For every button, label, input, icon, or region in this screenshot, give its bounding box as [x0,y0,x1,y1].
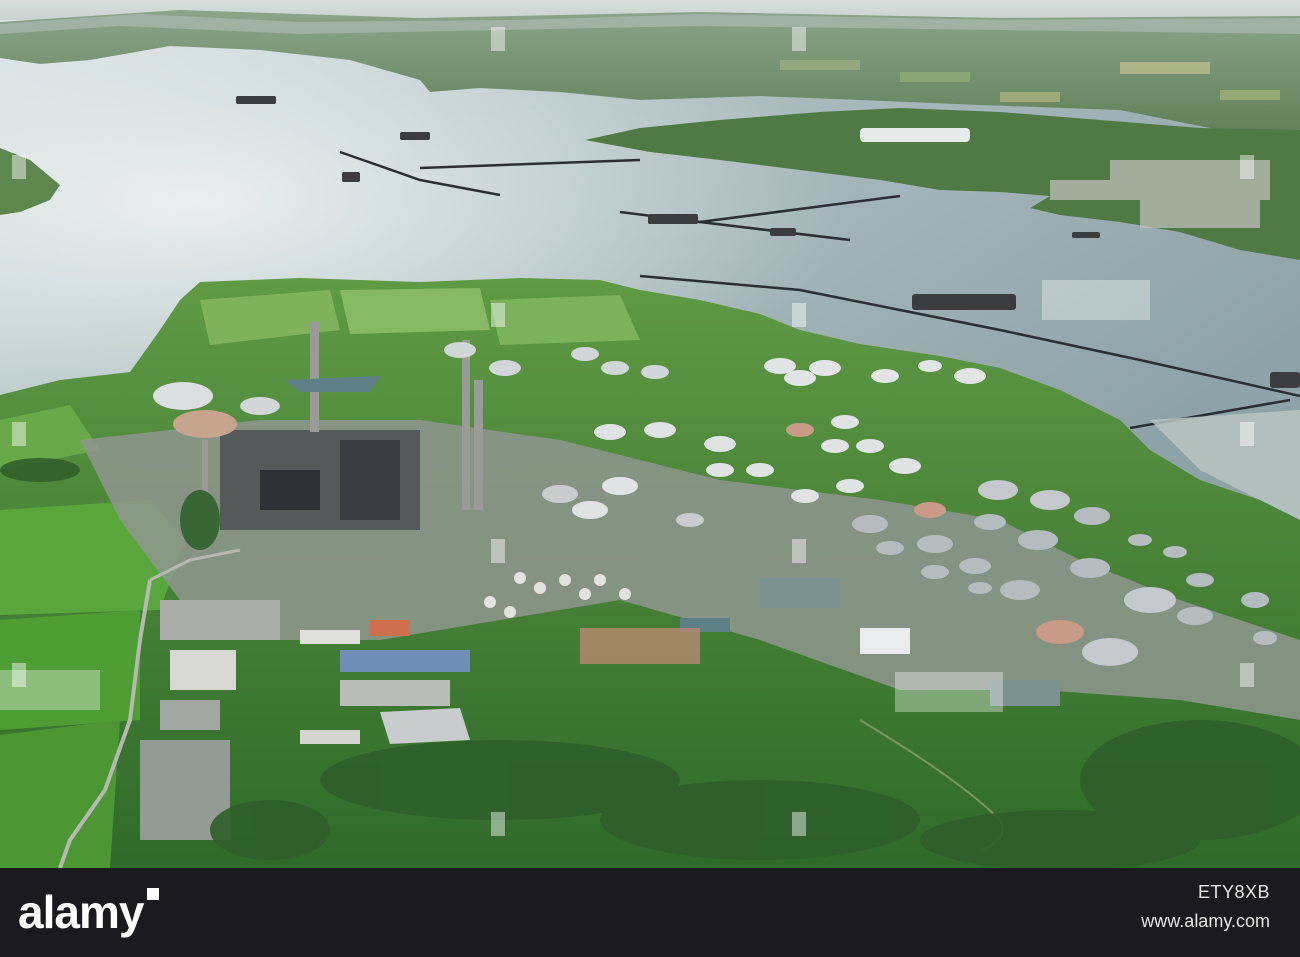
image-id: ETY8XB [1197,882,1270,902]
aerial-photo [0,0,1300,868]
alamy-logo: alamy [18,888,160,936]
refinery-aerial-scene [0,0,1300,868]
process-units [220,430,420,530]
watermark-info: ETY8XB www.alamy.com [1141,882,1270,932]
watermark-strip: alamy ETY8XB www.alamy.com [0,868,1300,957]
source-url: www.alamy.com [1141,911,1270,931]
